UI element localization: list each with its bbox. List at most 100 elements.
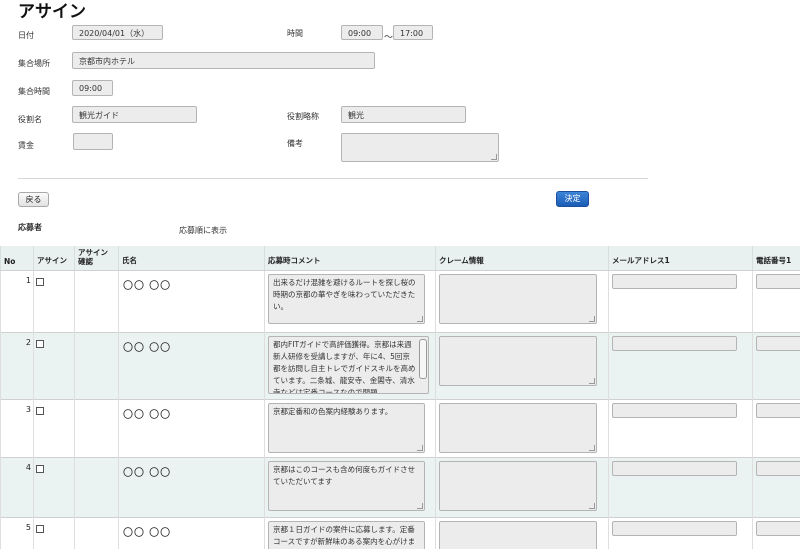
table-row: 3 〇〇 〇〇 京都定番和の色案内経験あります。 [0, 399, 800, 458]
claim-cell [435, 457, 609, 518]
time-separator: ～ [384, 33, 394, 43]
phone-field[interactable] [756, 336, 800, 351]
email-cell [608, 399, 753, 458]
applicants-heading: 応募者 [18, 223, 42, 232]
assign-checkbox[interactable] [36, 465, 44, 473]
row-no-cell: 4 [0, 457, 34, 518]
wage-field[interactable] [73, 133, 113, 150]
email-field[interactable] [612, 461, 737, 476]
assign-cell [33, 270, 75, 333]
resize-grip-icon[interactable] [589, 316, 595, 322]
meeting-time-field[interactable]: 09:00 [72, 80, 113, 96]
table-header-row: No アサイン アサイン 確認 氏名 応募時コメント クレーム情報 メールアドレ… [0, 246, 800, 271]
comment-cell: 京都１日ガイドの案件に応募します。定番コースですが新鮮味のある案内を心がけま [264, 517, 436, 549]
sort-order-note: 応募順に表示 [179, 226, 227, 235]
phone-cell [752, 399, 800, 458]
applicant-name: 〇〇 〇〇 [123, 410, 172, 421]
remarks-label: 備考 [287, 139, 303, 148]
name-cell: 〇〇 〇〇 [118, 332, 265, 400]
col-header-phone: 電話番号1 [752, 246, 800, 271]
claim-textarea[interactable] [439, 461, 597, 511]
comment-textarea[interactable]: 京都１日ガイドの案件に応募します。定番コースですが新鮮味のある案内を心がけま [268, 521, 425, 549]
section-divider [18, 178, 648, 179]
wage-label: 賃金 [18, 141, 34, 150]
applicant-name: 〇〇 〇〇 [123, 528, 172, 539]
row-no-cell: 5 [0, 517, 34, 549]
row-number: 5 [25, 523, 31, 532]
name-cell: 〇〇 〇〇 [118, 457, 265, 518]
claim-cell [435, 270, 609, 333]
resize-grip-icon[interactable] [589, 503, 595, 509]
row-number: 1 [25, 276, 31, 285]
claim-textarea[interactable] [439, 521, 597, 549]
role-abbr-field[interactable]: 観光 [341, 106, 466, 123]
remarks-textarea[interactable] [341, 133, 499, 162]
phone-cell [752, 457, 800, 518]
claim-textarea[interactable] [439, 274, 597, 324]
phone-cell [752, 332, 800, 400]
name-cell: 〇〇 〇〇 [118, 270, 265, 333]
resize-grip-icon[interactable] [589, 378, 595, 384]
resize-grip-icon[interactable] [417, 503, 423, 509]
row-number: 2 [25, 338, 31, 347]
textarea-scrollbar[interactable] [419, 339, 427, 379]
col-header-assign: アサイン [33, 246, 75, 271]
resize-grip-icon[interactable] [589, 445, 595, 451]
table-row: 1 〇〇 〇〇 出来るだけ混雑を避けるルートを探し桜の時期の京都の華やぎを味わっ… [0, 270, 800, 333]
email-field[interactable] [612, 274, 737, 289]
phone-cell [752, 270, 800, 333]
phone-cell [752, 517, 800, 549]
row-no-cell: 3 [0, 399, 34, 458]
email-cell [608, 332, 753, 400]
assign-checkbox[interactable] [36, 278, 44, 286]
decide-button[interactable]: 決定 [556, 191, 589, 207]
email-field[interactable] [612, 403, 737, 418]
assign-checkbox[interactable] [36, 340, 44, 348]
resize-grip-icon[interactable] [417, 316, 423, 322]
claim-textarea[interactable] [439, 336, 597, 386]
name-cell: 〇〇 〇〇 [118, 399, 265, 458]
time-end-field[interactable]: 17:00 [393, 25, 433, 40]
back-button[interactable]: 戻る [18, 192, 49, 207]
comment-cell: 出来るだけ混雑を避けるルートを探し桜の時期の京都の華やぎを味わっていただきたい。 [264, 270, 436, 333]
table-row: 4 〇〇 〇〇 京都はこのコースも含め何度もガイドさせていただいてます [0, 457, 800, 518]
applicant-name: 〇〇 〇〇 [123, 281, 172, 292]
comment-textarea[interactable]: 出来るだけ混雑を避けるルートを探し桜の時期の京都の華やぎを味わっていただきたい。 [268, 274, 425, 324]
claim-textarea[interactable] [439, 403, 597, 453]
applicants-table-wrapper: No アサイン アサイン 確認 氏名 応募時コメント クレーム情報 メールアドレ… [0, 246, 800, 549]
phone-field[interactable] [756, 461, 800, 476]
role-name-label: 役割名 [18, 115, 42, 124]
assign-cell [33, 332, 75, 400]
role-name-field[interactable]: 観光ガイド [72, 106, 197, 123]
comment-text: 出来るだけ混雑を避けるルートを探し桜の時期の京都の華やぎを味わっていただきたい。 [273, 278, 416, 311]
assign-checkbox[interactable] [36, 525, 44, 533]
date-field[interactable]: 2020/04/01（水） [72, 25, 163, 40]
assign-cell [33, 517, 75, 549]
claim-cell [435, 517, 609, 549]
comment-textarea[interactable]: 京都はこのコースも含め何度もガイドさせていただいてます [268, 461, 425, 511]
assign-cell [33, 457, 75, 518]
row-number: 3 [25, 405, 31, 414]
col-header-comment: 応募時コメント [264, 246, 436, 271]
row-no-cell: 1 [0, 270, 34, 333]
assign-checkbox[interactable] [36, 407, 44, 415]
phone-field[interactable] [756, 403, 800, 418]
col-header-claim: クレーム情報 [435, 246, 609, 271]
col-header-email: メールアドレス1 [608, 246, 753, 271]
resize-grip-icon[interactable] [491, 154, 497, 160]
email-field[interactable] [612, 521, 737, 536]
assign-confirm-cell [74, 332, 119, 400]
claim-cell [435, 332, 609, 400]
email-field[interactable] [612, 336, 737, 351]
meeting-place-field[interactable]: 京都市内ホテル [72, 52, 375, 69]
time-start-field[interactable]: 09:00 [341, 25, 383, 40]
resize-grip-icon[interactable] [417, 445, 423, 451]
meeting-time-label: 集合時間 [18, 87, 50, 96]
comment-textarea[interactable]: 都内FITガイドで高評価獲得。京都は来週新人研修を受講しますが、年に4、5回京都… [268, 336, 429, 394]
assign-confirm-cell [74, 399, 119, 458]
phone-field[interactable] [756, 274, 800, 289]
meeting-place-label: 集合場所 [18, 59, 50, 68]
applicants-table: No アサイン アサイン 確認 氏名 応募時コメント クレーム情報 メールアドレ… [0, 246, 800, 549]
phone-field[interactable] [756, 521, 800, 536]
comment-textarea[interactable]: 京都定番和の色案内経験あります。 [268, 403, 425, 453]
